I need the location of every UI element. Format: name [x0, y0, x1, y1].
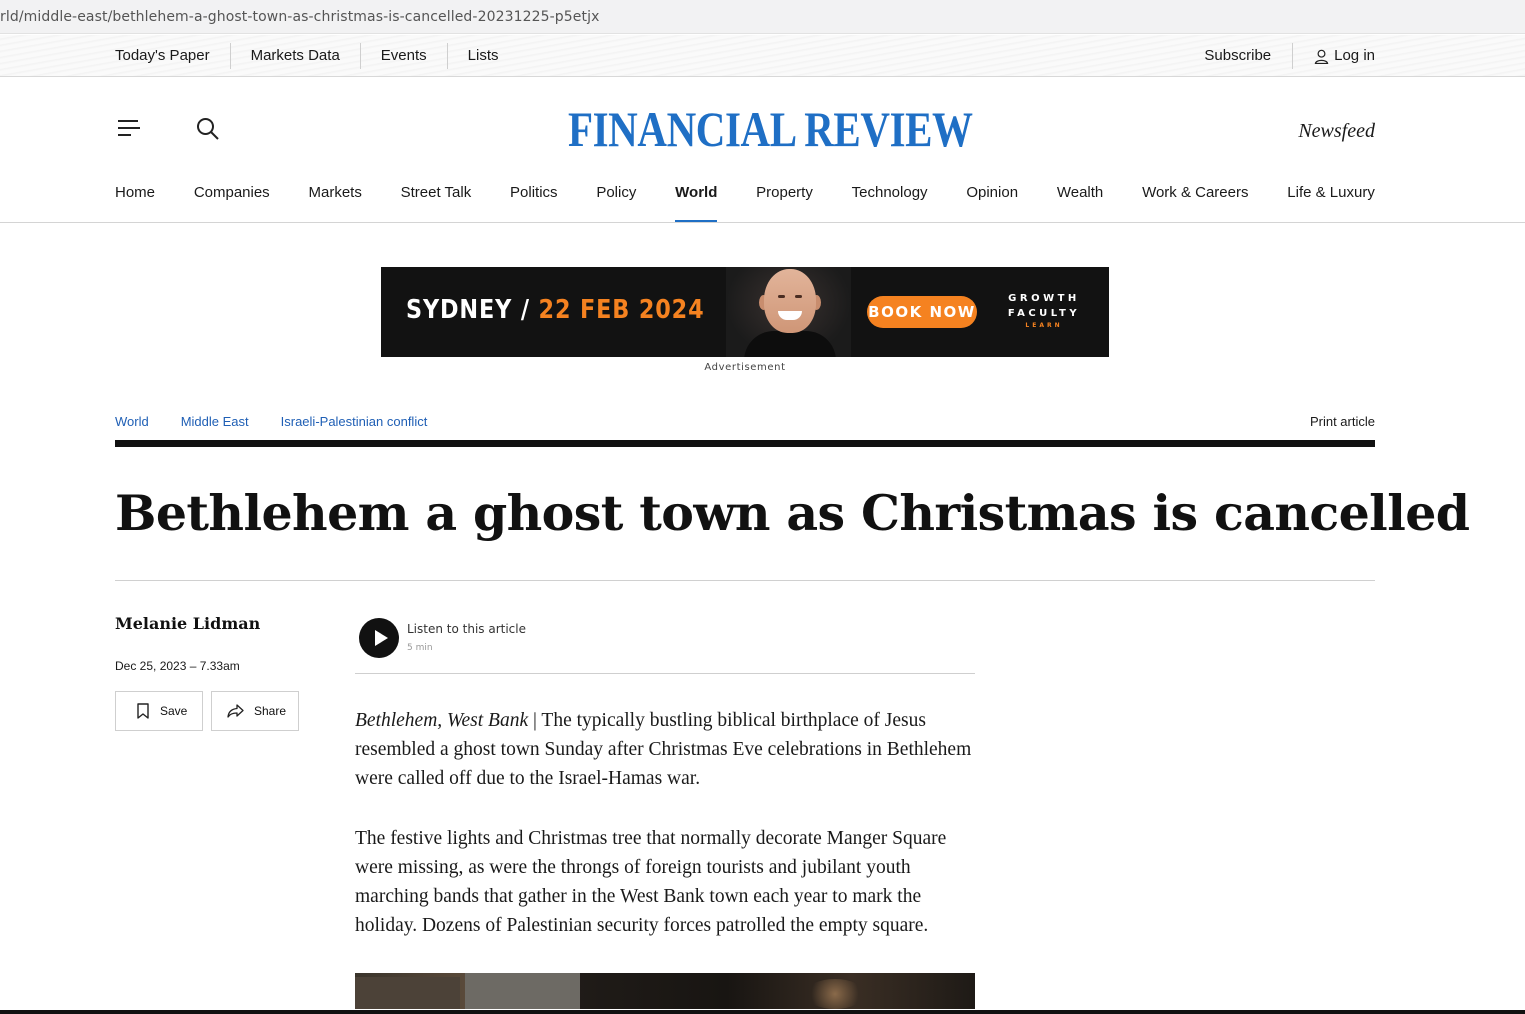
newsfeed-link[interactable]: Newsfeed — [1298, 120, 1375, 143]
ad-brand-line3: LEARN — [1025, 322, 1063, 329]
section-nav: Home Companies Markets Street Talk Polit… — [115, 178, 1375, 223]
ad-speaker-photo — [726, 267, 851, 357]
advertisement-label: Advertisement — [704, 362, 786, 373]
user-icon — [1314, 49, 1329, 64]
save-button[interactable]: Save — [115, 691, 203, 731]
nav-item-world[interactable]: World — [675, 178, 718, 223]
masthead: FINANCIAL REVIEW Newsfeed — [0, 78, 1525, 178]
nav-item-politics[interactable]: Politics — [510, 178, 558, 222]
header-rule — [115, 440, 1375, 447]
nav-item-work-careers[interactable]: Work & Careers — [1142, 178, 1248, 222]
utility-bar: Today's Paper Markets Data Events Lists … — [0, 35, 1525, 77]
nav-item-policy[interactable]: Policy — [596, 178, 636, 222]
nav-item-companies[interactable]: Companies — [194, 178, 270, 222]
url-text[interactable]: rld/middle-east/bethlehem-a-ghost-town-a… — [0, 9, 599, 25]
breadcrumb-middle-east[interactable]: Middle East — [181, 414, 249, 429]
utility-links: Today's Paper Markets Data Events Lists — [115, 35, 519, 77]
publish-date: Dec 25, 2023 – 7.33am — [115, 659, 240, 673]
login-link[interactable]: Log in — [1292, 43, 1375, 69]
share-label: Share — [254, 704, 287, 718]
nav-item-opinion[interactable]: Opinion — [966, 178, 1018, 222]
subscribe-link[interactable]: Subscribe — [1183, 43, 1292, 69]
nav-item-technology[interactable]: Technology — [852, 178, 928, 222]
share-button[interactable]: Share — [211, 691, 299, 731]
site-logo[interactable]: FINANCIAL REVIEW — [568, 104, 973, 154]
print-article-link[interactable]: Print article — [1310, 414, 1375, 429]
nav-item-markets[interactable]: Markets — [308, 178, 361, 222]
nav-divider — [0, 222, 1525, 223]
nav-item-wealth[interactable]: Wealth — [1057, 178, 1103, 222]
address-bar[interactable]: rld/middle-east/bethlehem-a-ghost-town-a… — [0, 0, 1525, 34]
ad-headline: SYDNEY / 22 FEB 2024 — [406, 295, 705, 325]
headline-divider — [115, 580, 1375, 581]
nav-item-street-talk[interactable]: Street Talk — [401, 178, 472, 222]
markets-data-link[interactable]: Markets Data — [229, 43, 360, 69]
nav-item-property[interactable]: Property — [756, 178, 813, 222]
breadcrumb: World Middle East Israeli-Palestinian co… — [115, 414, 459, 429]
article-headline: Bethlehem a ghost town as Christmas is c… — [115, 484, 1470, 542]
login-label: Log in — [1334, 47, 1375, 64]
listen-duration: 5 min — [407, 643, 433, 653]
nav-item-home[interactable]: Home — [115, 178, 155, 222]
ad-brand-logo: GROWTH FACULTY LEARN — [1001, 291, 1087, 331]
events-link[interactable]: Events — [359, 43, 447, 69]
ad-book-now-button[interactable]: BOOK NOW — [867, 296, 977, 328]
article-image[interactable] — [355, 973, 975, 1009]
window-bottom-edge — [0, 1010, 1525, 1014]
lists-link[interactable]: Lists — [446, 43, 519, 69]
author-name[interactable]: Melanie Lidman — [115, 614, 260, 633]
ad-city: SYDNEY / — [406, 295, 530, 325]
breadcrumb-israeli-palestinian-conflict[interactable]: Israeli-Palestinian conflict — [281, 414, 428, 429]
article-paragraph: The festive lights and Christmas tree th… — [355, 828, 947, 936]
share-icon — [227, 704, 244, 718]
search-icon[interactable] — [195, 116, 221, 142]
todays-paper-link[interactable]: Today's Paper — [115, 43, 230, 69]
advertisement-banner[interactable]: SYDNEY / 22 FEB 2024 BOOK NOW GROWTH FAC… — [381, 267, 1109, 357]
play-icon[interactable] — [359, 618, 399, 658]
ad-brand-line2: FACULTY — [1007, 308, 1081, 319]
bookmark-icon — [137, 703, 149, 719]
listen-label: Listen to this article — [407, 622, 526, 636]
audio-player: Listen to this article 5 min — [355, 612, 975, 674]
save-label: Save — [160, 704, 188, 718]
dateline-separator: | — [528, 710, 542, 731]
dateline: Bethlehem, West Bank — [355, 710, 529, 731]
article-paragraph: Bethlehem, West Bank | The typically bus… — [355, 706, 977, 793]
account-links: Subscribe Log in — [1183, 35, 1375, 77]
hamburger-icon[interactable] — [118, 120, 140, 138]
ad-date: 22 FEB 2024 — [538, 295, 705, 325]
ad-brand-line1: GROWTH — [1008, 293, 1080, 304]
nav-item-life-luxury[interactable]: Life & Luxury — [1287, 178, 1375, 222]
breadcrumb-world[interactable]: World — [115, 414, 149, 429]
